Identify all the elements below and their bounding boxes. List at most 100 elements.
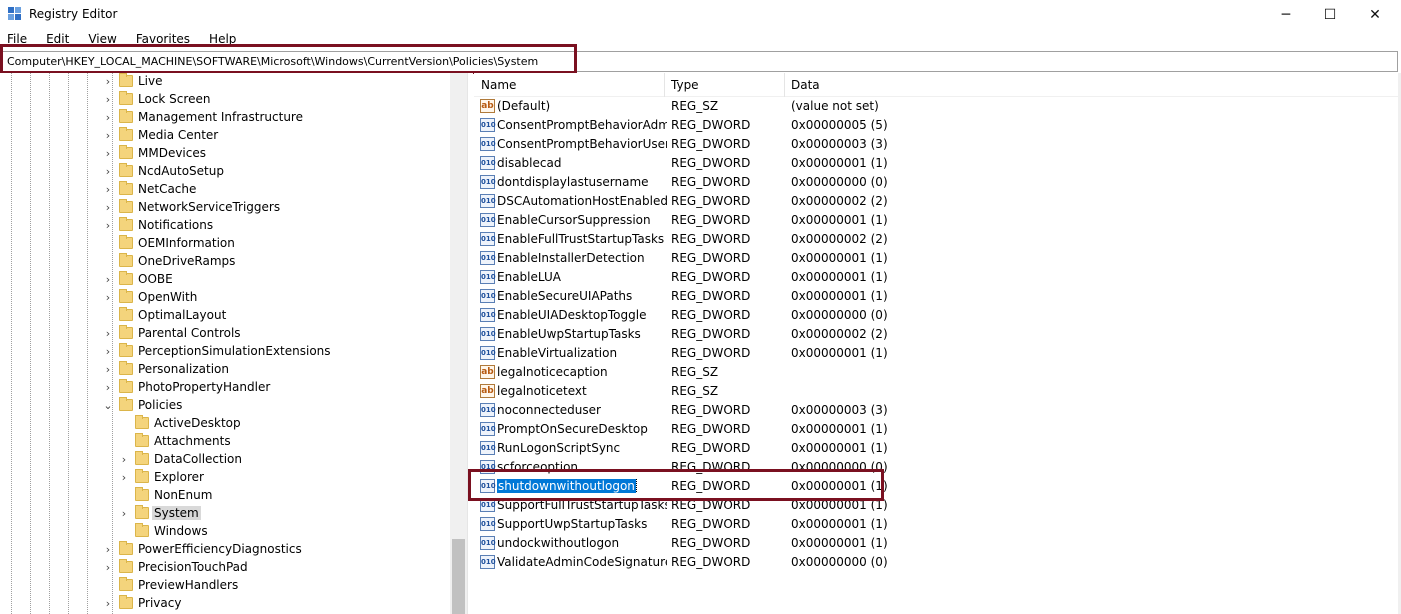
- chevron-right-icon[interactable]: ›: [103, 363, 113, 377]
- value-row[interactable]: 010 disablecad REG_DWORD 0x00000001 (1): [474, 154, 1398, 173]
- tree-item-label: OptimalLayout: [138, 308, 227, 322]
- column-divider[interactable]: [664, 73, 665, 97]
- tree-item[interactable]: OneDriveRamps: [0, 253, 450, 271]
- chevron-right-icon[interactable]: ›: [103, 291, 113, 305]
- tree-item[interactable]: NonEnum: [0, 487, 450, 505]
- tree-item[interactable]: Attachments: [0, 433, 450, 451]
- chevron-right-icon[interactable]: ›: [103, 201, 113, 215]
- chevron-right-icon[interactable]: ›: [103, 183, 113, 197]
- chevron-right-icon[interactable]: ›: [103, 561, 113, 575]
- tree-item[interactable]: OptimalLayout: [0, 307, 450, 325]
- chevron-down-icon[interactable]: ⌄: [103, 399, 113, 413]
- value-row[interactable]: 010 EnableCursorSuppression REG_DWORD 0x000…: [474, 211, 1398, 230]
- tree-item[interactable]: › Lock Screen: [0, 91, 450, 109]
- tree-scrollbar[interactable]: [450, 73, 467, 614]
- column-header-type[interactable]: Type: [671, 78, 699, 92]
- tree-item[interactable]: › PowerEfficiencyDiagnostics: [0, 541, 450, 559]
- value-row[interactable]: 010 EnableSecureUIAPaths REG_DWORD 0x000000…: [474, 287, 1398, 306]
- pane-splitter[interactable]: [467, 73, 473, 614]
- values-list-pane[interactable]: Name Type Data ab (Default) REG_SZ (value n…: [474, 73, 1398, 614]
- value-row[interactable]: 010 ValidateAdminCodeSignatures REG_DWORD 0…: [474, 553, 1398, 572]
- value-row[interactable]: 010 ConsentPromptBehaviorUser REG_DWORD 0x0…: [474, 135, 1398, 154]
- value-name-text: noconnecteduser: [497, 403, 601, 417]
- chevron-right-icon[interactable]: ›: [103, 129, 113, 143]
- tree-item-label: ActiveDesktop: [154, 416, 241, 430]
- chevron-right-icon[interactable]: ›: [103, 75, 113, 89]
- minimize-button[interactable]: ─: [1263, 0, 1309, 30]
- chevron-right-icon[interactable]: ›: [103, 93, 113, 107]
- tree-item[interactable]: › OOBE: [0, 271, 450, 289]
- tree-item[interactable]: › Parental Controls: [0, 325, 450, 343]
- folder-icon: [119, 181, 133, 195]
- chevron-right-icon[interactable]: ›: [103, 165, 113, 179]
- tree-item[interactable]: › Privacy: [0, 595, 450, 613]
- tree-item[interactable]: › PrecisionTouchPad: [0, 559, 450, 577]
- value-row[interactable]: 010 EnableUIADesktopToggle REG_DWORD 0x0000…: [474, 306, 1398, 325]
- key-tree-pane[interactable]: › Live › Lock Screen › Management Infrastruct…: [0, 73, 467, 614]
- value-data: 0x00000001 (1): [791, 270, 888, 284]
- tree-item[interactable]: › NcdAutoSetup: [0, 163, 450, 181]
- maximize-button[interactable]: ☐: [1307, 0, 1353, 30]
- value-highlight-box: [468, 469, 884, 501]
- value-row[interactable]: 010 dontdisplaylastusername REG_DWORD 0x000…: [474, 173, 1398, 192]
- tree-item[interactable]: › OpenWith: [0, 289, 450, 307]
- tree-item[interactable]: › NetworkServiceTriggers: [0, 199, 450, 217]
- tree-item-label: Media Center: [138, 128, 219, 142]
- tree-item[interactable]: ⌄ Policies: [0, 397, 450, 415]
- tree-scrollbar-thumb[interactable]: [452, 539, 465, 614]
- tree-item[interactable]: › PerceptionSimulationExtensions: [0, 343, 450, 361]
- value-name-text: ConsentPromptBehaviorAdmin: [497, 118, 667, 132]
- tree-item[interactable]: › Media Center: [0, 127, 450, 145]
- column-header-data[interactable]: Data: [791, 78, 820, 92]
- value-row[interactable]: ab legalnoticecaption REG_SZ: [474, 363, 1398, 382]
- folder-icon: [119, 145, 133, 159]
- chevron-right-icon[interactable]: ›: [103, 219, 113, 233]
- tree-item[interactable]: › Notifications: [0, 217, 450, 235]
- tree-item[interactable]: OEMInformation: [0, 235, 450, 253]
- value-row[interactable]: 010 RunLogonScriptSync REG_DWORD 0x00000001…: [474, 439, 1398, 458]
- value-row[interactable]: 010 undockwithoutlogon REG_DWORD 0x00000001…: [474, 534, 1398, 553]
- column-divider[interactable]: [784, 73, 785, 97]
- chevron-right-icon[interactable]: ›: [103, 345, 113, 359]
- chevron-right-icon[interactable]: ›: [103, 147, 113, 161]
- value-row[interactable]: 010 noconnecteduser REG_DWORD 0x00000003 (3…: [474, 401, 1398, 420]
- value-row[interactable]: 010 PromptOnSecureDesktop REG_DWORD 0x00000…: [474, 420, 1398, 439]
- tree-item[interactable]: › NetCache: [0, 181, 450, 199]
- folder-icon: [119, 163, 133, 177]
- chevron-right-icon[interactable]: ›: [103, 597, 113, 611]
- tree-item[interactable]: › DataCollection: [0, 451, 450, 469]
- value-row[interactable]: 010 EnableInstallerDetection REG_DWORD 0x00…: [474, 249, 1398, 268]
- tree-item[interactable]: › System: [0, 505, 450, 523]
- chevron-right-icon[interactable]: ›: [103, 111, 113, 125]
- tree-item[interactable]: › Personalization: [0, 361, 450, 379]
- chevron-right-icon[interactable]: ›: [119, 471, 129, 485]
- value-row[interactable]: 010 DSCAutomationHostEnabled REG_DWORD 0x00…: [474, 192, 1398, 211]
- tree-item[interactable]: Windows: [0, 523, 450, 541]
- chevron-right-icon[interactable]: ›: [103, 273, 113, 287]
- value-row[interactable]: 010 EnableLUA REG_DWORD 0x00000001 (1): [474, 268, 1398, 287]
- close-button[interactable]: ✕: [1352, 0, 1398, 30]
- tree-item[interactable]: › PhotoPropertyHandler: [0, 379, 450, 397]
- tree-item-label: Live: [138, 74, 163, 88]
- column-header-name[interactable]: Name: [481, 78, 516, 92]
- value-row[interactable]: ab legalnoticetext REG_SZ: [474, 382, 1398, 401]
- tree-item[interactable]: › Explorer: [0, 469, 450, 487]
- value-row[interactable]: 010 SupportUwpStartupTasks REG_DWORD 0x0000…: [474, 515, 1398, 534]
- chevron-right-icon[interactable]: ›: [103, 327, 113, 341]
- chevron-right-icon[interactable]: ›: [103, 381, 113, 395]
- tree-item[interactable]: ActiveDesktop: [0, 415, 450, 433]
- chevron-right-icon[interactable]: ›: [119, 453, 129, 467]
- value-row[interactable]: ab (Default) REG_SZ (value not set): [474, 97, 1398, 116]
- tree-item[interactable]: › Live: [0, 73, 450, 91]
- value-row[interactable]: 010 EnableUwpStartupTasks REG_DWORD 0x00000…: [474, 325, 1398, 344]
- value-row[interactable]: 010 ConsentPromptBehaviorAdmin REG_DWORD 0x…: [474, 116, 1398, 135]
- folder-icon: [119, 559, 133, 573]
- tree-item[interactable]: PreviewHandlers: [0, 577, 450, 595]
- tree-item[interactable]: › MMDevices: [0, 145, 450, 163]
- chevron-right-icon[interactable]: ›: [103, 543, 113, 557]
- value-row[interactable]: 010 EnableVirtualization REG_DWORD 0x000000…: [474, 344, 1398, 363]
- tree-item[interactable]: › Management Infrastructure: [0, 109, 450, 127]
- chevron-right-icon[interactable]: ›: [119, 507, 129, 521]
- value-row[interactable]: 010 EnableFullTrustStartupTasks REG_DWORD 0…: [474, 230, 1398, 249]
- value-data: 0x00000001 (1): [791, 441, 888, 455]
